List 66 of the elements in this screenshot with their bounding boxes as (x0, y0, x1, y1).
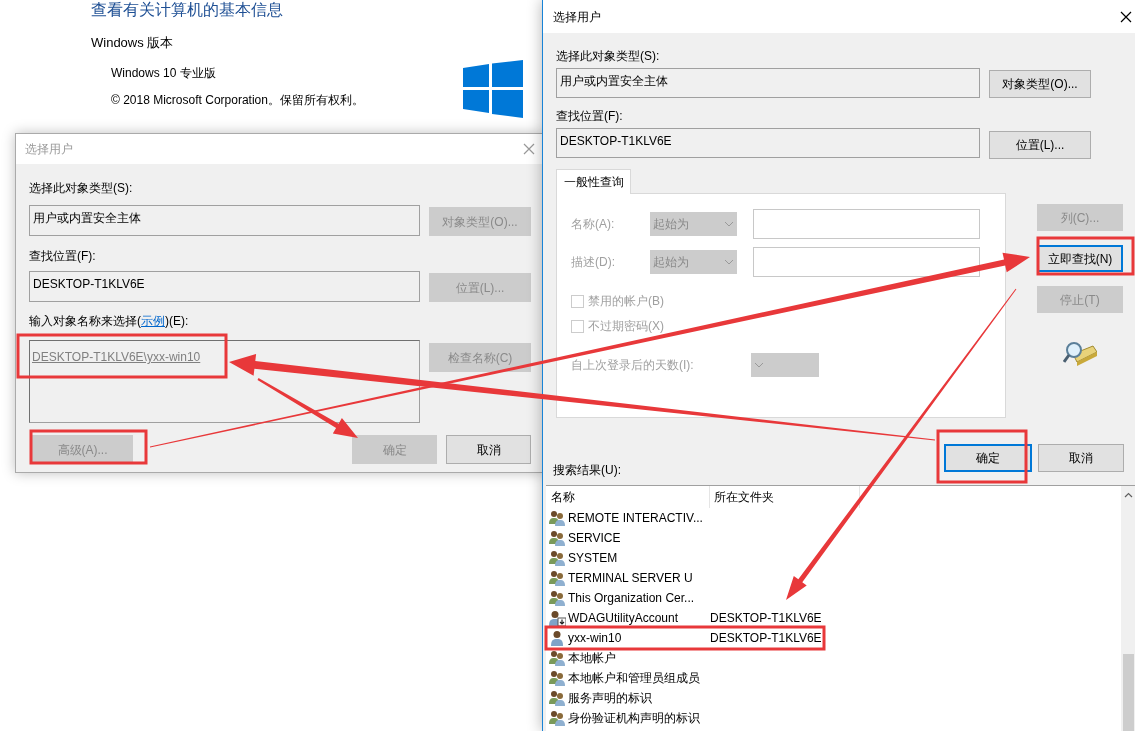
field-label: 查找位置(F): (29, 248, 96, 264)
list-item[interactable]: 本地帐户和管理员组成员 (568, 669, 700, 687)
user-icon (549, 630, 566, 646)
section-label: 搜索结果(U): (553, 462, 621, 478)
column-header[interactable]: 名称 (546, 486, 710, 508)
locations-button[interactable]: 位置(L)... (989, 131, 1091, 159)
group-icon (549, 650, 566, 666)
cancel-button[interactable]: 取消 (1038, 444, 1124, 472)
object-types-button[interactable]: 对象类型(O)... (989, 70, 1091, 98)
group-icon (549, 510, 566, 526)
field-label: 描述(D): (571, 254, 616, 271)
group-icon (549, 710, 566, 726)
field-label: 名称(A): (571, 216, 616, 233)
chevron-down-icon (724, 259, 734, 265)
find-now-button[interactable]: 立即查找(N) (1037, 245, 1123, 272)
names-text-area[interactable]: DESKTOP-T1KLV6E\yxx-win10 (29, 340, 420, 423)
chevron-down-icon (754, 362, 764, 368)
scroll-up-icon (1124, 492, 1133, 498)
scrollbar-thumb[interactable] (1123, 654, 1134, 731)
group-icon (549, 670, 566, 686)
checkbox-label: 不过期密码(X) (588, 318, 664, 335)
list-item[interactable]: 本地帐户 (568, 649, 616, 667)
list-item[interactable]: This Organization Cer... (568, 589, 695, 607)
location-field: DESKTOP-T1KLV6E (29, 271, 420, 302)
chevron-down-icon (724, 221, 734, 227)
list-item[interactable]: 服务声明的标识 (568, 689, 652, 707)
field-label: 输入对象名称来选择(示例)(E): (29, 313, 189, 329)
list-item[interactable]: SYSTEM (568, 549, 618, 567)
list-item[interactable]: TERMINAL SERVER U (568, 569, 693, 587)
list-item[interactable]: SERVICE (568, 529, 621, 547)
list-item[interactable]: REMOTE INTERACTIV... (568, 509, 703, 527)
location-field: DESKTOP-T1KLV6E (556, 128, 980, 158)
close-icon (1120, 10, 1132, 23)
section-title: Windows 版本 (91, 34, 174, 52)
name-input[interactable] (753, 209, 980, 239)
table-cell-text: DESKTOP-T1KLV6E (710, 630, 822, 647)
list-item[interactable]: 身份验证机构声明的标识 (568, 709, 700, 727)
page-heading: 查看有关计算机的基本信息 (91, 0, 284, 20)
group-icon (549, 550, 566, 566)
close-icon (523, 143, 535, 155)
dialog-title: 选择用户 (553, 8, 601, 26)
group-icon (549, 530, 566, 546)
object-type-field: 用户或内置安全主体 (556, 68, 980, 98)
table-cell-text: DESKTOP-T1KLV6E (710, 610, 822, 627)
list-item[interactable]: WDAGUtilityAccount (568, 609, 679, 627)
group-icon (549, 590, 566, 606)
user-download-icon (549, 610, 566, 626)
field-label: 查找位置(F): (556, 108, 623, 124)
field-label: 选择此对象类型(S): (29, 180, 133, 196)
list-item[interactable]: yxx-win10 (568, 629, 622, 647)
ok-button[interactable]: 确定 (944, 444, 1032, 472)
edition-text: Windows 10 专业版 (111, 64, 216, 82)
group-icon (549, 690, 566, 706)
description-input[interactable] (753, 247, 980, 277)
field-label: 选择此对象类型(S): (556, 48, 660, 64)
dialog-title: 选择用户 (25, 141, 73, 158)
scrollbar[interactable] (1121, 486, 1135, 731)
checkbox-label: 禁用的帐户(B) (588, 293, 664, 310)
examples-link[interactable]: 示例 (141, 314, 165, 328)
copyright-text: © 2018 Microsoft Corporation。保留所有权利。 (111, 91, 364, 109)
query-tab[interactable]: 一般性查询 (556, 169, 631, 194)
windows-logo (463, 60, 523, 118)
group-icon (549, 570, 566, 586)
object-type-field: 用户或内置安全主体 (29, 205, 420, 236)
field-label: 自上次登录后的天数(I): (571, 357, 695, 374)
cancel-button[interactable]: 取消 (446, 435, 531, 464)
